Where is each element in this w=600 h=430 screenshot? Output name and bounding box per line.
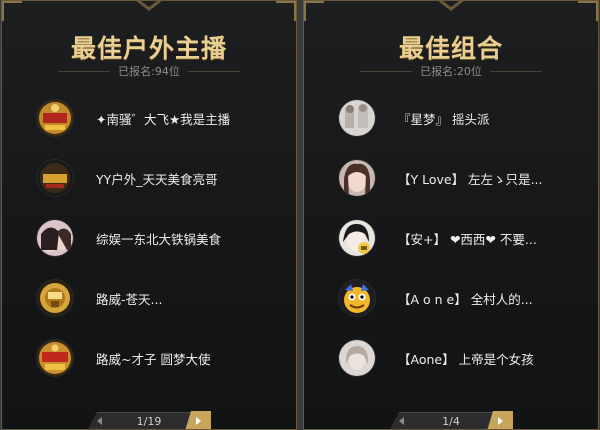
signup-count: 已报名:94位	[118, 65, 180, 78]
list-item[interactable]: ✦南骚゛大飞★我是主播	[36, 98, 230, 138]
corner-ornament	[276, 1, 296, 21]
signup-count: 已报名:20位	[420, 65, 482, 78]
avatar[interactable]	[338, 99, 376, 137]
avatar[interactable]	[36, 159, 74, 197]
divider	[58, 70, 111, 72]
list-item[interactable]: 路威-苍天...	[36, 278, 162, 318]
list-item[interactable]: 『星梦』 摇头派	[338, 98, 489, 138]
entry-name[interactable]: YY户外_天天美食亮哥	[96, 169, 218, 188]
divider	[187, 70, 240, 72]
avatar[interactable]	[338, 279, 376, 317]
corner-ornament	[578, 1, 598, 21]
list-item[interactable]: 【Y Love】 左左ゝ只是...	[338, 158, 542, 198]
panel-title: 最佳组合	[398, 34, 503, 63]
panel-best-outdoor-host: 最佳户外主播 已报名:94位 ✦南骚゛大飞★我是主播 YY户外_天天美食亮哥 综…	[1, 0, 297, 430]
entry-name[interactable]: ✦南骚゛大飞★我是主播	[96, 109, 230, 128]
divider	[489, 70, 542, 72]
list-item[interactable]: 【Aone】 上帝是个女孩	[338, 338, 534, 378]
entry-name[interactable]: 路威-苍天...	[96, 289, 162, 308]
entry-name[interactable]: 综娱一东北大铁锅美食	[96, 229, 221, 248]
pager: 1/4	[389, 411, 513, 429]
avatar[interactable]	[36, 339, 74, 377]
entry-name[interactable]: 【安+】 ❤西西❤ 不要...	[398, 229, 537, 248]
signup-count-row: 已报名:94位	[2, 63, 296, 79]
panel-best-group: 最佳组合 已报名:20位 『星梦』 摇头派 【Y Love】 左左ゝ只是... …	[303, 0, 599, 430]
list-item[interactable]: 综娱一东北大铁锅美食	[36, 218, 221, 258]
corner-ornament	[2, 1, 22, 21]
page-indicator: 1/19	[136, 414, 162, 428]
avatar[interactable]	[338, 219, 376, 257]
list-item[interactable]: YY户外_天天美食亮哥	[36, 158, 218, 198]
panel-notch	[437, 1, 465, 11]
entry-name[interactable]: 【Y Love】 左左ゝ只是...	[398, 169, 542, 188]
page-indicator: 1/4	[442, 414, 460, 428]
avatar[interactable]	[338, 159, 376, 197]
divider	[360, 70, 413, 72]
entry-name[interactable]: 路威~才子 圆梦大使	[96, 349, 210, 368]
chevron-left-icon	[95, 416, 105, 426]
avatar[interactable]	[36, 99, 74, 137]
avatar[interactable]	[36, 279, 74, 317]
corner-ornament	[304, 1, 324, 21]
panel-notch	[135, 1, 163, 11]
panel-title: 最佳户外主播	[70, 34, 227, 63]
chevron-left-icon	[397, 416, 407, 426]
entry-name[interactable]: 【A o n e】 全村人的...	[398, 289, 533, 308]
list-item[interactable]: 【安+】 ❤西西❤ 不要...	[338, 218, 537, 258]
list-item[interactable]: 路威~才子 圆梦大使	[36, 338, 210, 378]
chevron-right-icon	[497, 417, 503, 425]
list-item[interactable]: 【A o n e】 全村人的...	[338, 278, 533, 318]
entry-name[interactable]: 【Aone】 上帝是个女孩	[398, 349, 534, 368]
pager: 1/19	[87, 411, 211, 429]
avatar[interactable]	[36, 219, 74, 257]
entry-name[interactable]: 『星梦』 摇头派	[398, 109, 489, 128]
chevron-right-icon	[195, 417, 201, 425]
signup-count-row: 已报名:20位	[304, 63, 598, 79]
avatar[interactable]	[338, 339, 376, 377]
